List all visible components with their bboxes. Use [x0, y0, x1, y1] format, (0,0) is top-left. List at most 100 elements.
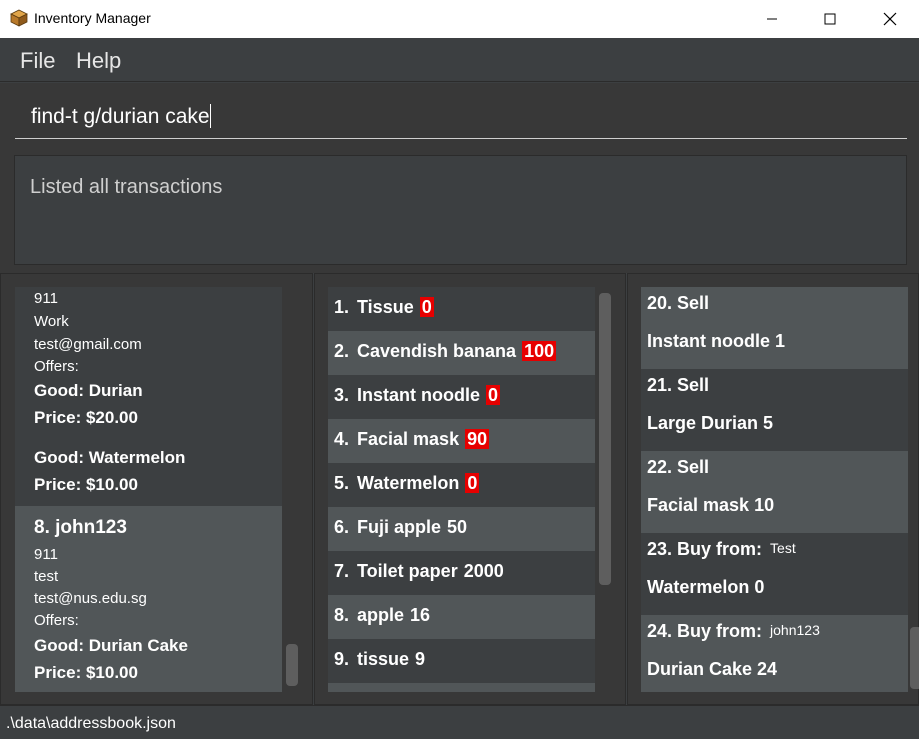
transaction-header: 22. Sell: [647, 457, 709, 478]
goods-row[interactable]: 3. Instant noodle 0: [328, 375, 595, 419]
goods-quantity: 9: [415, 649, 426, 669]
goods-row[interactable]: 5. Watermelon 0: [328, 463, 595, 507]
goods-label: 9. tissue 9: [334, 649, 425, 670]
goods-name: Instant noodle: [357, 385, 481, 405]
person-email: test@nus.edu.sg: [34, 590, 147, 607]
goods-index: 9.: [334, 649, 350, 669]
low-stock-quantity: 0: [419, 297, 434, 317]
offers-label: Offers:: [34, 358, 79, 375]
goods-row[interactable]: 4. Facial mask 90: [328, 419, 595, 463]
goods-row[interactable]: 7. Toilet paper 2000: [328, 551, 595, 595]
person-phone: 911: [34, 290, 58, 307]
transaction-good: Large Durian 5: [647, 413, 774, 433]
goods-name: apple: [357, 605, 405, 625]
transaction-card[interactable]: 20. Sell Instant noodle 1: [641, 287, 908, 369]
low-stock-quantity: 0: [465, 473, 480, 493]
low-stock-quantity: 100: [522, 341, 557, 361]
goods-list-scrollbar[interactable]: [599, 293, 611, 585]
offer-price: Price: $20.00: [34, 408, 138, 427]
person-list[interactable]: 911 Work test@gmail.com Offers: Good: Du…: [15, 287, 282, 692]
transaction-party: john123: [770, 622, 820, 638]
goods-index: 5.: [334, 473, 350, 493]
goods-list[interactable]: 1. Tissue 0 2. Cavendish banana 100 3. Instant …: [328, 287, 595, 692]
person-name: 8. john123: [34, 517, 127, 538]
goods-index: 3.: [334, 385, 350, 405]
result-message: Listed all transactions: [30, 176, 223, 198]
person-card[interactable]: 911 Work test@gmail.com Offers: Good: Du…: [15, 287, 282, 506]
person-phone: 911: [34, 546, 58, 563]
minimize-button[interactable]: [743, 0, 801, 38]
goods-index: 2.: [334, 341, 350, 361]
goods-label: 8. apple 16: [334, 605, 430, 626]
goods-index: 6.: [334, 517, 350, 537]
maximize-icon: [824, 13, 836, 25]
transaction-header: 24. Buy from: john123: [647, 621, 820, 642]
transaction-type: 24. Buy from:: [647, 621, 763, 641]
goods-name: tissue: [357, 649, 410, 669]
storage-path: .\data\addressbook.json: [6, 715, 176, 732]
transaction-party: Test: [770, 540, 796, 556]
minimize-icon: [767, 18, 777, 20]
person-card[interactable]: 8. john123 911 test test@nus.edu.sg Offe…: [15, 506, 282, 692]
text-caret: [209, 104, 211, 128]
transaction-card[interactable]: 21. Sell Large Durian 5: [641, 369, 908, 451]
transaction-good: Durian Cake 24: [647, 659, 778, 679]
maximize-button[interactable]: [801, 0, 859, 38]
menu-help[interactable]: Help: [76, 48, 121, 74]
goods-label: 1. Tissue 0: [334, 297, 434, 318]
status-bar: .\data\addressbook.json: [0, 705, 919, 739]
menu-file[interactable]: File: [20, 48, 55, 74]
goods-row[interactable]: 8. apple 16: [328, 595, 595, 639]
result-display[interactable]: Listed all transactions: [14, 155, 907, 265]
transaction-list[interactable]: 20. Sell Instant noodle 1 21. Sell Large Du…: [641, 287, 908, 692]
transaction-card[interactable]: 24. Buy from: john123 Durian Cake 24: [641, 615, 908, 692]
result-area: Listed all transactions: [0, 147, 919, 273]
transaction-type: 23. Buy from:: [647, 539, 763, 559]
goods-label: 6. Fuji apple 50: [334, 517, 467, 538]
goods-row[interactable]: 2. Cavendish banana 100: [328, 331, 595, 375]
transaction-list-scrollbar[interactable]: [910, 627, 919, 689]
goods-index: 8.: [334, 605, 350, 625]
goods-index: 1.: [334, 297, 350, 317]
transaction-good: Watermelon 0: [647, 577, 765, 597]
box-icon: [10, 9, 28, 27]
transaction-type: 22. Sell: [647, 457, 710, 477]
goods-name: Watermelon: [357, 473, 460, 493]
transaction-good: Instant noodle 1: [647, 331, 786, 351]
close-button[interactable]: [861, 0, 919, 38]
person-address: Work: [34, 313, 69, 330]
panels: 911 Work test@gmail.com Offers: Good: Du…: [0, 273, 919, 705]
transaction-header: 20. Sell: [647, 293, 709, 314]
transaction-card[interactable]: 22. Sell Facial mask 10: [641, 451, 908, 533]
offer-good: Good: Durian Cake: [34, 636, 188, 655]
transaction-card[interactable]: 23. Buy from: Test Watermelon 0: [641, 533, 908, 615]
goods-row[interactable]: 6. Fuji apple 50: [328, 507, 595, 551]
goods-name: Cavendish banana: [357, 341, 517, 361]
goods-quantity: 16: [410, 605, 431, 625]
goods-row[interactable]: [328, 683, 595, 692]
command-input[interactable]: find-t g/durian cake: [15, 95, 907, 139]
command-text: find-t g/durian cake: [31, 105, 210, 128]
goods-label: 5. Watermelon 0: [334, 473, 480, 494]
goods-row[interactable]: 1. Tissue 0: [328, 287, 595, 331]
person-list-panel: 911 Work test@gmail.com Offers: Good: Du…: [0, 273, 313, 705]
goods-index: 4.: [334, 429, 350, 449]
goods-list-panel: 1. Tissue 0 2. Cavendish banana 100 3. Instant …: [314, 273, 626, 705]
offer-good: Good: Durian: [34, 381, 143, 400]
goods-name: Facial mask: [357, 429, 460, 449]
window-title: Inventory Manager: [34, 10, 151, 26]
goods-quantity: 50: [447, 517, 468, 537]
transaction-type: 20. Sell: [647, 293, 710, 313]
command-area: find-t g/durian cake: [0, 83, 919, 147]
transaction-type: 21. Sell: [647, 375, 710, 395]
low-stock-quantity: 0: [486, 385, 501, 405]
person-list-scrollbar[interactable]: [286, 644, 298, 686]
transaction-header: 21. Sell: [647, 375, 709, 396]
goods-name: Tissue: [357, 297, 414, 317]
transaction-good: Facial mask 10: [647, 495, 775, 515]
goods-index: 7.: [334, 561, 350, 581]
low-stock-quantity: 90: [465, 429, 490, 449]
offer-price: Price: $10.00: [34, 475, 138, 494]
goods-row[interactable]: 9. tissue 9: [328, 639, 595, 683]
menu-bar: File Help: [0, 38, 919, 82]
